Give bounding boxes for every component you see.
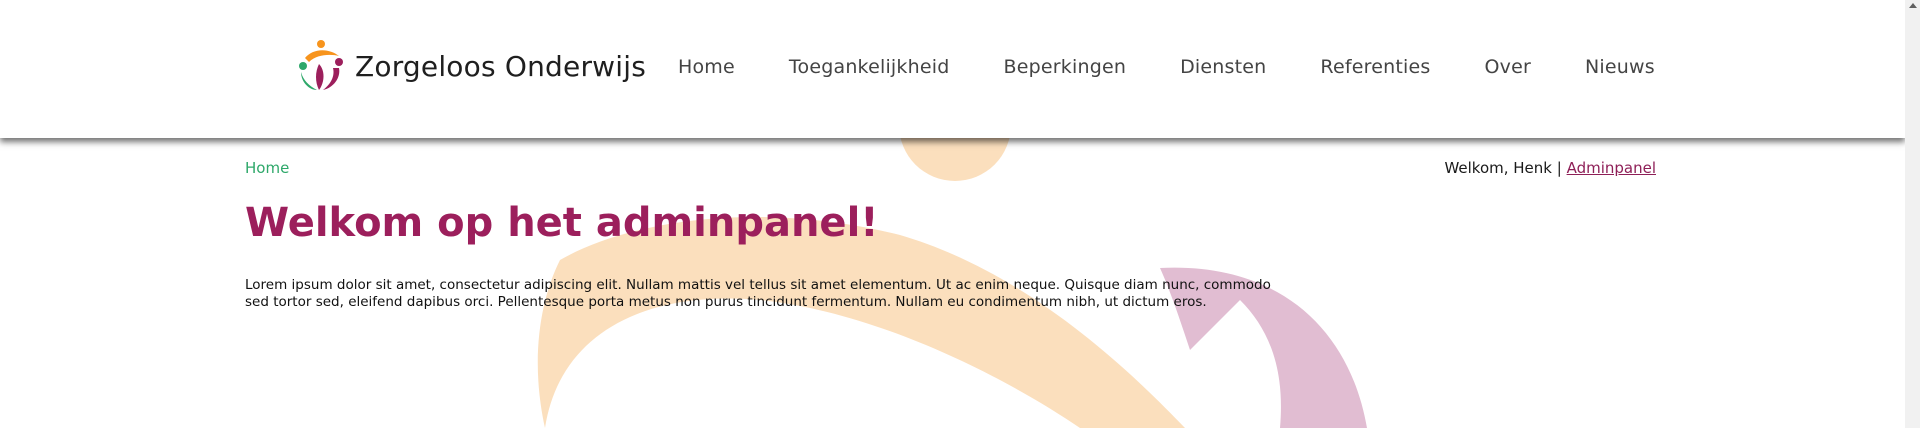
nav-item-toegankelijkheid[interactable]: Toegankelijkheid bbox=[789, 56, 950, 78]
adminpanel-link[interactable]: Adminpanel bbox=[1567, 159, 1656, 177]
site-logo[interactable]: Zorgeloos Onderwijs bbox=[295, 36, 646, 96]
nav-item-beperkingen[interactable]: Beperkingen bbox=[1003, 56, 1126, 78]
scroll-up-arrow-icon[interactable] bbox=[1909, 3, 1917, 8]
people-circle-logo-icon bbox=[299, 40, 343, 90]
main-content: Home Welkom, Henk | Adminpanel Welkom op… bbox=[0, 138, 1905, 428]
nav-item-over[interactable]: Over bbox=[1484, 56, 1531, 78]
user-welcome-bar: Welkom, Henk | Adminpanel bbox=[1444, 159, 1656, 177]
nav-item-nieuws[interactable]: Nieuws bbox=[1585, 56, 1655, 78]
breadcrumb-home[interactable]: Home bbox=[245, 159, 289, 177]
intro-paragraph: Lorem ipsum dolor sit amet, consectetur … bbox=[245, 277, 1271, 310]
page-title: Welkom op het adminpanel! bbox=[245, 200, 879, 246]
nav-item-home[interactable]: Home bbox=[678, 56, 735, 78]
nav-item-referenties[interactable]: Referenties bbox=[1320, 56, 1430, 78]
nav-item-diensten[interactable]: Diensten bbox=[1180, 56, 1266, 78]
vertical-scrollbar[interactable] bbox=[1905, 0, 1920, 428]
site-logo-name: Zorgeloos Onderwijs bbox=[355, 49, 647, 83]
main-nav: Home Toegankelijkheid Beperkingen Dienst… bbox=[678, 56, 1655, 78]
welcome-text: Welkom, Henk | bbox=[1444, 159, 1562, 177]
site-header: Zorgeloos Onderwijs Home Toegankelijkhei… bbox=[0, 0, 1905, 138]
